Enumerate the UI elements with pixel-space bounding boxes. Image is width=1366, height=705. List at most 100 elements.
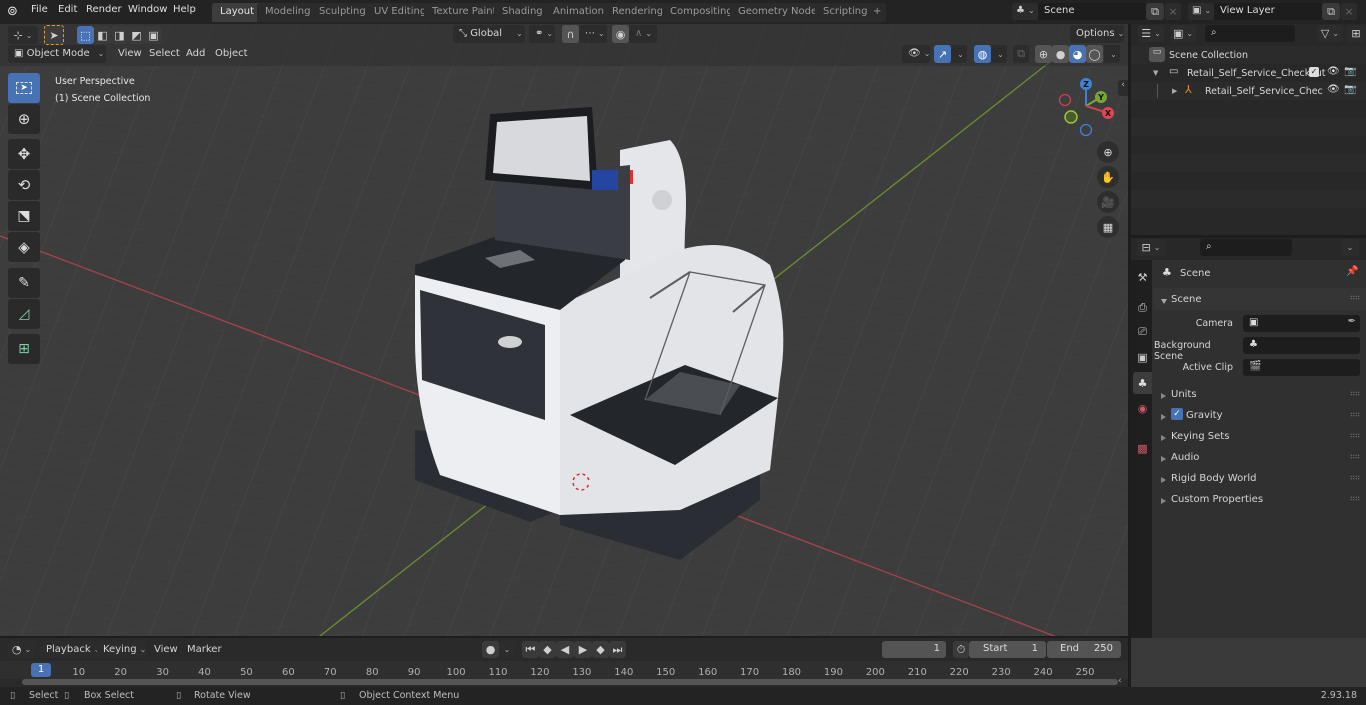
tool-annotate[interactable]: ✎ (8, 268, 40, 298)
timeline-scrollbar[interactable] (22, 679, 1118, 685)
visibility-dropdown[interactable]: 👁 ⌄ (902, 45, 930, 63)
eyedropper-icon[interactable]: ✒ (1348, 316, 1356, 327)
tab-scripting[interactable]: Scripting (815, 3, 876, 22)
tool-scale[interactable]: ⬔ (8, 201, 40, 231)
overlays-toggle-icon[interactable]: ◍ (974, 45, 991, 63)
panel-audio[interactable]: Audio (1154, 447, 1366, 468)
camera-view-icon[interactable]: 🎥 (1097, 191, 1119, 213)
tab-world-icon[interactable]: ◉ (1133, 397, 1152, 419)
next-keyframe-icon[interactable]: ◆ (592, 641, 609, 658)
pin-icon[interactable]: 📌 (1346, 266, 1358, 277)
playhead-indicator[interactable]: 1 (31, 663, 51, 677)
menu-help[interactable]: Help (173, 4, 196, 15)
checkout-kiosk-model[interactable] (400, 80, 800, 570)
tab-scene-icon[interactable]: ♣ (1133, 372, 1152, 394)
mode-extend-icon[interactable]: ◧ (94, 26, 111, 44)
gizmo-toggle-icon[interactable]: ↗ (934, 45, 951, 63)
tab-shading[interactable]: Shading (494, 3, 551, 22)
panel-keying-sets[interactable]: Keying Sets (1154, 426, 1366, 447)
prev-keyframe-icon[interactable]: ◆ (539, 641, 556, 658)
panel-gravity[interactable]: ✓ Gravity (1154, 405, 1366, 426)
shading-dropdown[interactable]: ⌄ (1104, 45, 1120, 63)
current-frame-field[interactable]: 1 (882, 641, 946, 658)
gravity-checkbox[interactable]: ✓ (1171, 408, 1183, 420)
display-mode-icon[interactable]: ▣ ⌄ (1170, 25, 1196, 42)
jump-start-icon[interactable]: ⏮ (522, 641, 539, 658)
tool-move[interactable]: ✥ (8, 139, 40, 169)
properties-search-input[interactable]: ⌕ (1200, 239, 1292, 256)
mode-subtract-icon[interactable]: ◨ (111, 26, 128, 44)
tool-select-box[interactable]: ➤ (8, 73, 40, 103)
eye-icon[interactable]: 👁 (1327, 84, 1340, 95)
panel-units[interactable]: Units (1154, 384, 1366, 405)
start-frame-field[interactable]: Start 1 (969, 641, 1046, 658)
tab-animation[interactable]: Animation (545, 3, 612, 22)
tool-add-cube[interactable]: ⊞ (8, 334, 40, 364)
tab-modeling[interactable]: Modeling (257, 3, 319, 22)
view-layer-icon[interactable]: ▣ ⌄ (1188, 3, 1214, 20)
pivot-point-dropdown[interactable]: ⚭ ⌄ (529, 25, 555, 43)
xray-toggle-icon[interactable]: ⧉ (1013, 45, 1029, 63)
menu-render[interactable]: Render (86, 4, 122, 15)
tool-measure[interactable]: ◿ (8, 299, 40, 329)
shading-rendered-icon[interactable]: ◯ (1086, 45, 1103, 63)
tab-tool-icon[interactable]: ⚒ (1133, 266, 1152, 288)
gizmo-dropdown[interactable]: ⌄ (951, 45, 967, 63)
outliner-editor-type-icon[interactable]: ☰ ⌄ (1138, 25, 1164, 42)
transform-orientation-dropdown[interactable]: ⤡ Global ⌄ (453, 25, 525, 43)
snap-toggle-icon[interactable]: ∩ (562, 25, 579, 43)
jump-end-icon[interactable]: ⏭ (609, 641, 626, 658)
shading-solid-icon[interactable]: ● (1052, 45, 1069, 63)
scene-section-header[interactable]: Scene (1154, 288, 1366, 310)
delete-scene-icon[interactable]: × (1165, 3, 1181, 20)
tool-cursor[interactable]: ⊕ (8, 104, 40, 134)
pan-view-icon[interactable]: ✋ (1097, 166, 1119, 188)
tab-compositing[interactable]: Compositing (662, 3, 741, 22)
camera-field[interactable]: ▣ ✒ (1243, 315, 1360, 332)
blender-logo-icon[interactable]: ⊚ (7, 4, 23, 20)
panel-rigid-body-world[interactable]: Rigid Body World (1154, 468, 1366, 489)
menu-edit[interactable]: Edit (58, 4, 77, 15)
object-mode-dropdown[interactable]: ▣ Object Mode ⌄ (8, 45, 106, 63)
proportional-falloff-dropdown[interactable]: ∧ ⌄ (629, 25, 657, 43)
properties-options-dropdown[interactable]: ⌄ (1341, 239, 1359, 256)
zoom-view-icon[interactable]: ⊕ (1097, 141, 1119, 163)
collapse-icon[interactable]: ‹ (1118, 676, 1122, 686)
view-layer-field[interactable]: View Layer (1214, 3, 1322, 20)
outliner-row-collection[interactable]: ▼ ▭ Retail_Self_Service_Checkout ✓ 👁 📷 (1131, 64, 1366, 82)
outliner-row-root[interactable]: ▭ Scene Collection (1131, 46, 1366, 64)
new-scene-icon[interactable]: ⧉ (1146, 3, 1164, 20)
panel-custom-properties[interactable]: Custom Properties (1154, 489, 1366, 510)
properties-editor-type-icon[interactable]: ⊟ ⌄ (1137, 239, 1165, 256)
auto-keying-dropdown[interactable]: ⌄ (499, 641, 515, 658)
tool-transform[interactable]: ◈ (8, 232, 40, 262)
proportional-edit-icon[interactable]: ◉ (612, 25, 629, 43)
playback-dropdown[interactable]: Playback⌄ (40, 641, 100, 658)
tab-render-icon[interactable]: ⎙ (1133, 297, 1152, 319)
exclude-checkbox[interactable]: ✓ (1309, 67, 1319, 77)
outliner-search-input[interactable]: ⌕ (1205, 25, 1295, 42)
background-scene-field[interactable]: ♣ (1243, 337, 1360, 354)
editor-type-icon[interactable]: ⊹ ⌄ (8, 26, 38, 44)
menu-add[interactable]: Add (180, 45, 211, 63)
tab-output-icon[interactable]: ⎚ (1133, 321, 1152, 343)
delete-view-layer-icon[interactable]: × (1341, 3, 1357, 20)
tab-view-layer-icon[interactable]: ▣ (1133, 346, 1152, 368)
snap-target-dropdown[interactable]: ⋯ ⌄ (579, 25, 607, 43)
mode-difference-icon[interactable]: ◩ (128, 26, 145, 44)
new-view-layer-icon[interactable]: ⧉ (1322, 3, 1340, 20)
filter-icon[interactable]: ▽ ⌄ (1317, 25, 1343, 42)
timeline-menu-view[interactable]: View (148, 641, 184, 658)
options-dropdown[interactable]: Options ⌄ (1070, 25, 1124, 43)
keying-dropdown[interactable]: Keying ⌄ (97, 641, 146, 658)
tab-texture-icon[interactable]: ▩ (1133, 437, 1152, 459)
tool-rotate[interactable]: ⟲ (8, 170, 40, 200)
eye-icon[interactable]: 👁 (1327, 66, 1340, 77)
tab-sculpting[interactable]: Sculpting (311, 3, 374, 22)
scene-name-field[interactable]: Scene (1038, 3, 1146, 20)
play-reverse-icon[interactable]: ◀ (556, 641, 574, 658)
camera-render-icon[interactable]: 📷 (1344, 66, 1356, 77)
menu-file[interactable]: File (31, 4, 48, 15)
overlays-dropdown[interactable]: ⌄ (991, 45, 1007, 63)
shading-material-icon[interactable]: ◕ (1069, 45, 1086, 63)
